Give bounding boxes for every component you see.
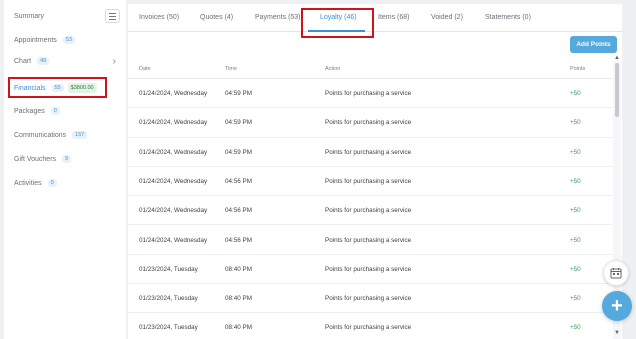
table-row[interactable]: 01/24/2024, Wednesday 04:56 PM Points for … bbox=[128, 196, 612, 226]
cell-time: 04:56 PM bbox=[225, 207, 252, 215]
cell-points: +50 bbox=[570, 119, 581, 127]
tab-quotes[interactable]: Quotes (4) bbox=[200, 14, 233, 21]
column-header-action: Action bbox=[325, 66, 341, 72]
cell-points: +50 bbox=[570, 265, 581, 273]
sidebar-item-gift-vouchers[interactable]: Gift Vouchers 9 bbox=[14, 149, 118, 169]
sidebar-item-chart[interactable]: Chart 49 › bbox=[14, 51, 118, 71]
sidebar-item-label: Packages bbox=[14, 107, 45, 115]
scroll-down-icon[interactable]: ▼ bbox=[614, 330, 620, 336]
cell-time: 04:59 PM bbox=[225, 148, 252, 156]
column-header-points: Points bbox=[570, 66, 586, 72]
sidebar-item-label: Appointments bbox=[14, 36, 57, 44]
cell-date: 01/24/2024, Wednesday bbox=[139, 119, 208, 127]
cell-date: 01/23/2024, Tuesday bbox=[139, 295, 198, 303]
count-badge: 0 bbox=[47, 179, 57, 187]
add-points-button[interactable]: Add Points bbox=[570, 36, 617, 53]
cell-time: 04:59 PM bbox=[225, 90, 252, 97]
table-row[interactable]: 01/24/2024, Wednesday 04:56 PM Points for … bbox=[128, 226, 612, 255]
scroll-up-icon[interactable]: ▲ bbox=[614, 55, 620, 61]
table-row[interactable]: 01/23/2024, Tuesday 08:40 PM Points for pu… bbox=[128, 284, 612, 314]
cell-action: Points for purchasing a service bbox=[325, 90, 412, 97]
cell-points: +50 bbox=[570, 90, 581, 97]
sidebar-item-label: Chart bbox=[14, 57, 32, 65]
sidebar-item-label: Summary bbox=[14, 12, 44, 20]
cell-points: +50 bbox=[570, 148, 581, 156]
cell-action: Points for purchasing a service bbox=[325, 207, 412, 215]
calendar-icon[interactable] bbox=[603, 260, 629, 286]
cell-points: +50 bbox=[570, 207, 581, 215]
tab-voided[interactable]: Voided (2) bbox=[431, 14, 463, 21]
column-header-time: Time bbox=[225, 66, 238, 72]
cell-time: 08:40 PM bbox=[225, 265, 252, 273]
cell-date: 01/24/2024, Wednesday bbox=[139, 236, 208, 244]
cell-date: 01/24/2024, Wednesday bbox=[139, 90, 208, 97]
cell-action: Points for purchasing a service bbox=[325, 148, 412, 156]
cell-action: Points for purchasing a service bbox=[325, 295, 412, 303]
cell-action: Points for purchasing a service bbox=[325, 324, 412, 332]
cell-points: +50 bbox=[570, 295, 581, 303]
cell-time: 04:56 PM bbox=[225, 177, 252, 185]
sidebar-item-label: Communications bbox=[14, 131, 67, 139]
cell-action: Points for purchasing a service bbox=[325, 119, 412, 127]
tab-payments[interactable]: Payments (53) bbox=[255, 14, 301, 21]
cell-points: +50 bbox=[570, 324, 581, 332]
cell-date: 01/23/2024, Tuesday bbox=[139, 324, 198, 332]
cell-date: 01/24/2024, Wednesday bbox=[139, 177, 208, 185]
highlight-box-financials bbox=[8, 77, 107, 98]
sidebar-item-summary[interactable]: Summary bbox=[14, 6, 118, 26]
cell-time: 08:40 PM bbox=[225, 295, 252, 303]
sidebar-item-appointments[interactable]: Appointments 53 bbox=[14, 30, 118, 50]
menu-lines-icon[interactable] bbox=[105, 9, 120, 23]
tab-bar: Invoices (50) Quotes (4) Payments (53) L… bbox=[128, 4, 622, 32]
table-row[interactable]: 01/24/2024, Wednesday 04:59 PM Points for … bbox=[128, 108, 612, 138]
sidebar-item-communications[interactable]: Communications 157 bbox=[14, 125, 118, 145]
count-badge: 9 bbox=[62, 155, 72, 163]
cell-date: 01/24/2024, Wednesday bbox=[139, 148, 208, 156]
sidebar-item-label: Activities bbox=[14, 179, 42, 187]
table-header: Date Time Action Points bbox=[128, 59, 612, 79]
cell-time: 04:56 PM bbox=[225, 236, 252, 244]
count-badge: 0 bbox=[50, 107, 60, 115]
count-badge: 53 bbox=[62, 36, 75, 44]
cell-date: 01/23/2024, Tuesday bbox=[139, 265, 198, 273]
cell-time: 04:59 PM bbox=[225, 119, 252, 127]
cell-date: 01/24/2024, Wednesday bbox=[139, 207, 208, 215]
sidebar: Summary Appointments 53 Chart 49 › Finan… bbox=[4, 0, 126, 339]
cell-action: Points for purchasing a service bbox=[325, 236, 412, 244]
table-row[interactable]: 01/23/2024, Tuesday 08:40 PM Points for pu… bbox=[128, 255, 612, 285]
cell-action: Points for purchasing a service bbox=[325, 177, 412, 185]
count-badge: 157 bbox=[72, 131, 88, 139]
chevron-right-icon[interactable]: › bbox=[113, 56, 116, 67]
cell-points: +50 bbox=[570, 177, 581, 185]
main-panel: Invoices (50) Quotes (4) Payments (53) L… bbox=[128, 4, 622, 339]
plus-icon[interactable]: + bbox=[602, 291, 632, 321]
tab-invoices[interactable]: Invoices (50) bbox=[139, 14, 179, 21]
tab-items[interactable]: Items (68) bbox=[378, 14, 410, 21]
highlight-box-loyalty-tab bbox=[301, 8, 374, 38]
tab-statements[interactable]: Statements (0) bbox=[485, 14, 531, 21]
table-row[interactable]: 01/24/2024, Wednesday 04:56 PM Points for … bbox=[128, 167, 612, 197]
table-row[interactable]: 01/23/2024, Tuesday 08:40 PM Points for pu… bbox=[128, 313, 612, 339]
column-header-date: Date bbox=[139, 66, 151, 72]
table-row[interactable]: 01/24/2024, Wednesday 04:59 PM Points for … bbox=[128, 79, 612, 109]
sidebar-item-label: Gift Vouchers bbox=[14, 155, 57, 163]
cell-action: Points for purchasing a service bbox=[325, 265, 412, 273]
sidebar-item-packages[interactable]: Packages 0 bbox=[14, 101, 118, 121]
sidebar-item-activities[interactable]: Activities 0 bbox=[14, 173, 118, 193]
table-row[interactable]: 01/24/2024, Wednesday 04:59 PM Points for … bbox=[128, 138, 612, 167]
scrollbar-thumb[interactable] bbox=[615, 63, 619, 117]
count-badge: 49 bbox=[37, 57, 50, 65]
cell-time: 08:40 PM bbox=[225, 324, 252, 332]
cell-points: +50 bbox=[570, 236, 581, 244]
